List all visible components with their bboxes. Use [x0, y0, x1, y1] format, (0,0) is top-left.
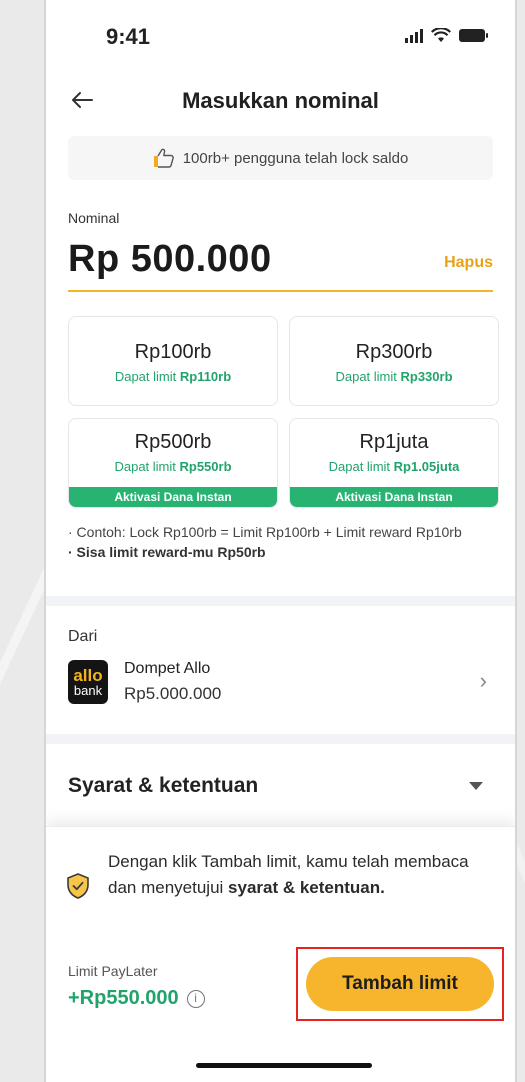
option-card-300rb[interactable]: Rp300rb Dapat limit Rp330rb	[289, 316, 499, 406]
section-divider	[46, 734, 515, 744]
terms-accordion[interactable]: Syarat & ketentuan	[68, 774, 493, 804]
amount-field[interactable]: Rp 500.000 Hapus	[68, 236, 493, 292]
option-limit: Dapat limit Rp1.05juta	[328, 459, 460, 474]
option-card-1juta[interactable]: Rp1juta Dapat limit Rp1.05juta Aktivasi …	[289, 418, 499, 508]
phone-screen: 9:41 Masukkan nominal 100rb+ pengguna te…	[44, 0, 517, 1082]
source-label: Dari	[68, 628, 98, 645]
status-bar: 9:41	[46, 0, 515, 80]
example-notes: · Contoh: Lock Rp100rb = Limit Rp100rb +…	[68, 522, 493, 562]
option-card-500rb[interactable]: Rp500rb Dapat limit Rp550rb Aktivasi Dan…	[68, 418, 278, 508]
option-card-100rb[interactable]: Rp100rb Dapat limit Rp110rb	[68, 316, 278, 406]
nominal-label: Nominal	[68, 210, 120, 226]
clear-button[interactable]: Hapus	[444, 254, 493, 272]
tambah-limit-button[interactable]: Tambah limit	[306, 957, 494, 1011]
bottom-action-sheet: Dengan klik Tambah limit, kamu telah mem…	[46, 826, 515, 1082]
option-amount: Rp100rb	[134, 341, 212, 363]
highlight-box: Tambah limit	[296, 947, 504, 1021]
battery-icon	[459, 29, 488, 42]
chevron-down-icon	[469, 782, 483, 790]
page-title: Masukkan nominal	[182, 88, 379, 113]
option-amount: Rp1juta	[359, 431, 429, 453]
note-remaining-reward: · Sisa limit reward-mu Rp50rb	[68, 544, 266, 560]
amount-value: Rp 500.000	[68, 238, 272, 280]
source-account-row[interactable]: allo bank Dompet Allo Rp5.000.000 ›	[68, 658, 493, 708]
option-limit: Dapat limit Rp110rb	[114, 369, 232, 384]
option-amount: Rp300rb	[355, 341, 433, 363]
shield-check-icon	[67, 873, 89, 899]
header: Masukkan nominal	[46, 80, 515, 126]
paylater-value: +Rp550.000	[68, 987, 179, 1009]
agreement-notice: Dengan klik Tambah limit, kamu telah mem…	[66, 849, 485, 901]
agreement-text: Dengan klik Tambah limit, kamu telah mem…	[108, 852, 469, 897]
paylater-label: Limit PayLater	[68, 963, 158, 979]
status-icons	[405, 28, 488, 43]
paylater-value-row: +Rp550.000 i	[68, 987, 205, 1010]
social-proof-banner: 100rb+ pengguna telah lock saldo	[68, 136, 493, 180]
note-example: · Contoh: Lock Rp100rb = Limit Rp100rb +…	[68, 524, 462, 540]
chevron-right-icon: ›	[479, 668, 487, 693]
section-divider	[46, 596, 515, 606]
allo-bank-logo: allo bank	[68, 660, 108, 704]
info-icon[interactable]: i	[186, 989, 205, 1008]
status-time: 9:41	[106, 24, 151, 49]
option-limit: Dapat limit Rp330rb	[335, 369, 453, 384]
promo-badge: Aktivasi Dana Instan	[69, 487, 277, 507]
source-balance: Rp5.000.000	[124, 684, 222, 703]
social-proof-text: 100rb+ pengguna telah lock saldo	[182, 149, 409, 167]
promo-badge: Aktivasi Dana Instan	[290, 487, 498, 507]
option-amount: Rp500rb	[134, 431, 212, 453]
source-name: Dompet Allo	[124, 660, 211, 677]
terms-link[interactable]: syarat & ketentuan.	[228, 878, 385, 897]
signal-icon	[405, 28, 423, 43]
thumbs-up-icon	[153, 148, 174, 168]
option-limit: Dapat limit Rp550rb	[114, 459, 232, 474]
terms-title: Syarat & ketentuan	[68, 774, 259, 797]
wifi-icon	[431, 28, 451, 42]
home-indicator	[196, 1063, 372, 1068]
amount-options: Rp100rb Dapat limit Rp110rb Rp300rb Dapa…	[68, 316, 499, 508]
